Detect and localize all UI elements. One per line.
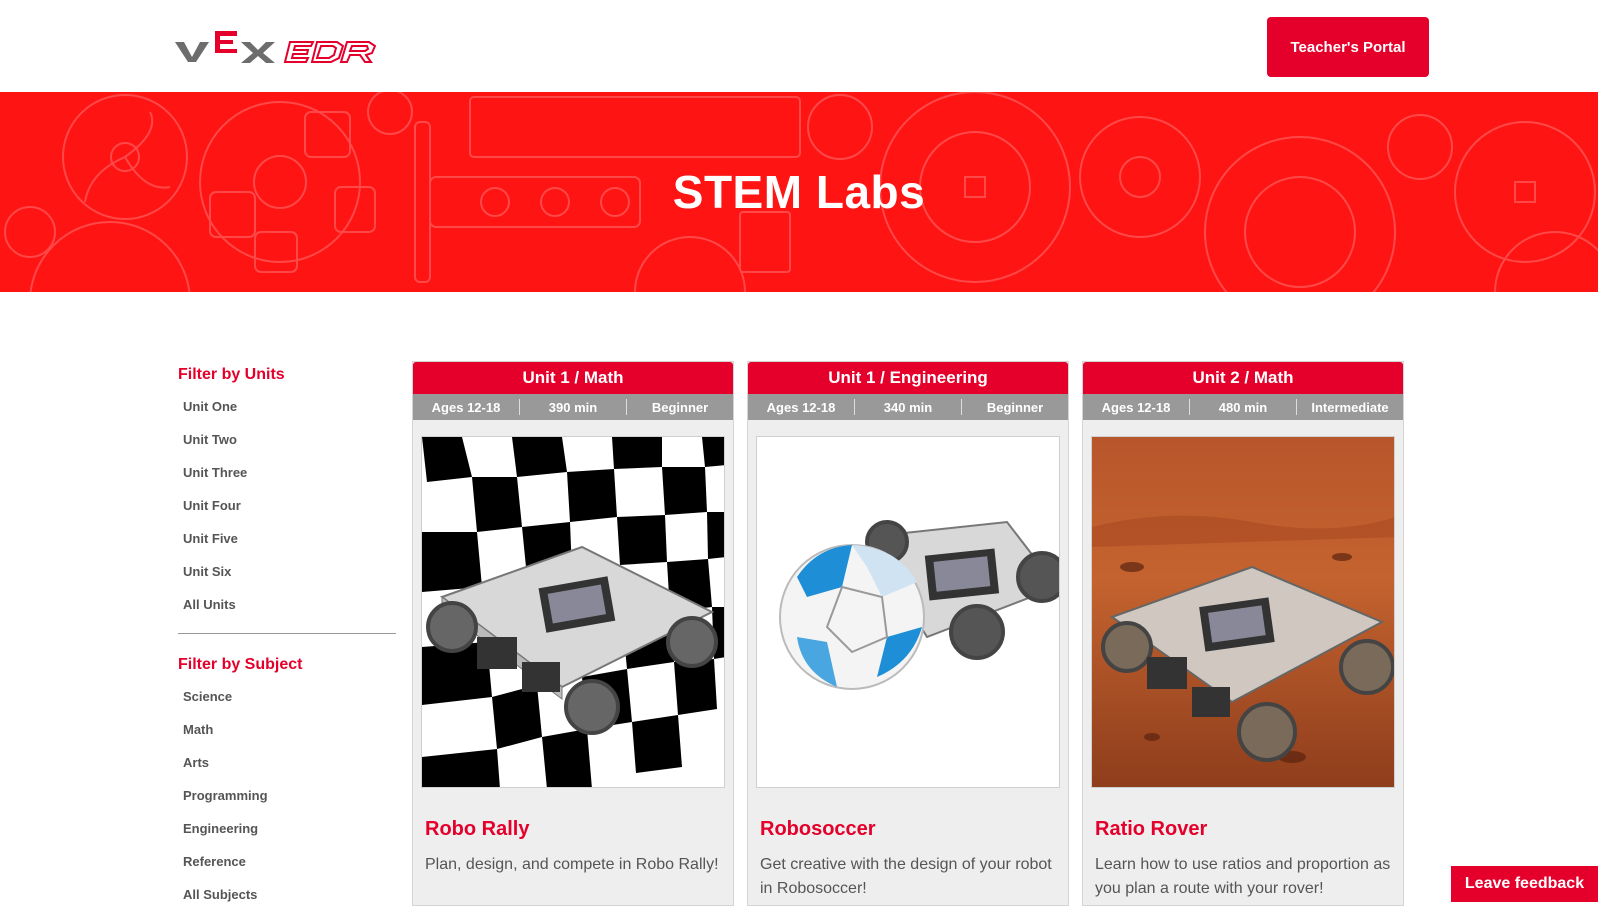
- card-description: Plan, design, and compete in Robo Rally!: [425, 856, 719, 873]
- filter-unit-six[interactable]: Unit Six: [178, 555, 396, 588]
- filter-unit-one[interactable]: Unit One: [178, 390, 396, 423]
- card-level: Beginner: [986, 399, 1044, 415]
- card-duration: 340 min: [883, 399, 933, 415]
- filter-divider: [178, 633, 396, 634]
- filter-science[interactable]: Science: [178, 680, 396, 713]
- filter-all-subjects[interactable]: All Subjects: [178, 878, 396, 911]
- filter-arts[interactable]: Arts: [178, 746, 396, 779]
- card-unit-header: Unit 1 / Engineering: [748, 362, 1068, 394]
- card-description: Get creative with the design of your rob…: [760, 856, 1052, 897]
- card-unit-header: Unit 2 / Math: [1083, 362, 1403, 394]
- filter-all-units[interactable]: All Units: [178, 588, 396, 621]
- filter-engineering[interactable]: Engineering: [178, 812, 396, 845]
- card-title[interactable]: Robo Rally: [425, 818, 721, 841]
- lab-card-ratio-rover[interactable]: Unit 2 / Math Ages 12-18 480 min Interme…: [1082, 361, 1404, 906]
- ratio-rover-image[interactable]: [1091, 436, 1395, 788]
- card-ages: Ages 12-18: [431, 399, 501, 415]
- filter-units-heading: Filter by Units: [178, 366, 285, 383]
- card-meta-bar: Ages 12-18 390 min Beginner: [413, 394, 733, 420]
- card-level: Beginner: [651, 399, 709, 415]
- soccer-ball-illustration: [779, 544, 925, 690]
- filter-unit-three[interactable]: Unit Three: [178, 456, 396, 489]
- card-level: Intermediate: [1311, 399, 1389, 415]
- filter-programming[interactable]: Programming: [178, 779, 396, 812]
- filter-subject-heading: Filter by Subject: [178, 656, 303, 673]
- card-description: Learn how to use ratios and proportion a…: [1095, 856, 1391, 897]
- robosoccer-image[interactable]: [756, 436, 1060, 788]
- filter-unit-five[interactable]: Unit Five: [178, 522, 396, 555]
- top-navigation-bar: Teacher's Portal: [0, 0, 1598, 92]
- filter-sidebar: Filter by Units Unit One Unit Two Unit T…: [178, 362, 396, 911]
- lab-card-robosoccer[interactable]: Unit 1 / Engineering Ages 12-18 340 min …: [747, 361, 1069, 906]
- card-ages: Ages 12-18: [766, 399, 836, 415]
- card-title[interactable]: Ratio Rover: [1095, 818, 1391, 841]
- card-duration: 480 min: [1218, 399, 1268, 415]
- filter-unit-two[interactable]: Unit Two: [178, 423, 396, 456]
- filter-reference[interactable]: Reference: [178, 845, 396, 878]
- units-filter-list: Unit One Unit Two Unit Three Unit Four U…: [178, 390, 396, 621]
- leave-feedback-button[interactable]: Leave feedback: [1451, 866, 1598, 902]
- card-duration: 390 min: [548, 399, 598, 415]
- teachers-portal-button[interactable]: Teacher's Portal: [1267, 17, 1429, 77]
- lab-card-robo-rally[interactable]: Unit 1 / Math Ages 12-18 390 min Beginne…: [412, 361, 734, 906]
- robo-rally-image[interactable]: [421, 436, 725, 788]
- card-title[interactable]: Robosoccer: [760, 818, 1056, 841]
- subject-filter-list: Science Math Arts Programming Engineerin…: [178, 680, 396, 911]
- filter-unit-four[interactable]: Unit Four: [178, 489, 396, 522]
- card-meta-bar: Ages 12-18 340 min Beginner: [748, 394, 1068, 420]
- vex-edr-logo[interactable]: [175, 30, 387, 66]
- card-unit-header: Unit 1 / Math: [413, 362, 733, 394]
- card-meta-bar: Ages 12-18 480 min Intermediate: [1083, 394, 1403, 420]
- card-ages: Ages 12-18: [1101, 399, 1171, 415]
- filter-math[interactable]: Math: [178, 713, 396, 746]
- hero-banner: STEM Labs: [0, 92, 1598, 292]
- page-title: STEM Labs: [672, 166, 926, 218]
